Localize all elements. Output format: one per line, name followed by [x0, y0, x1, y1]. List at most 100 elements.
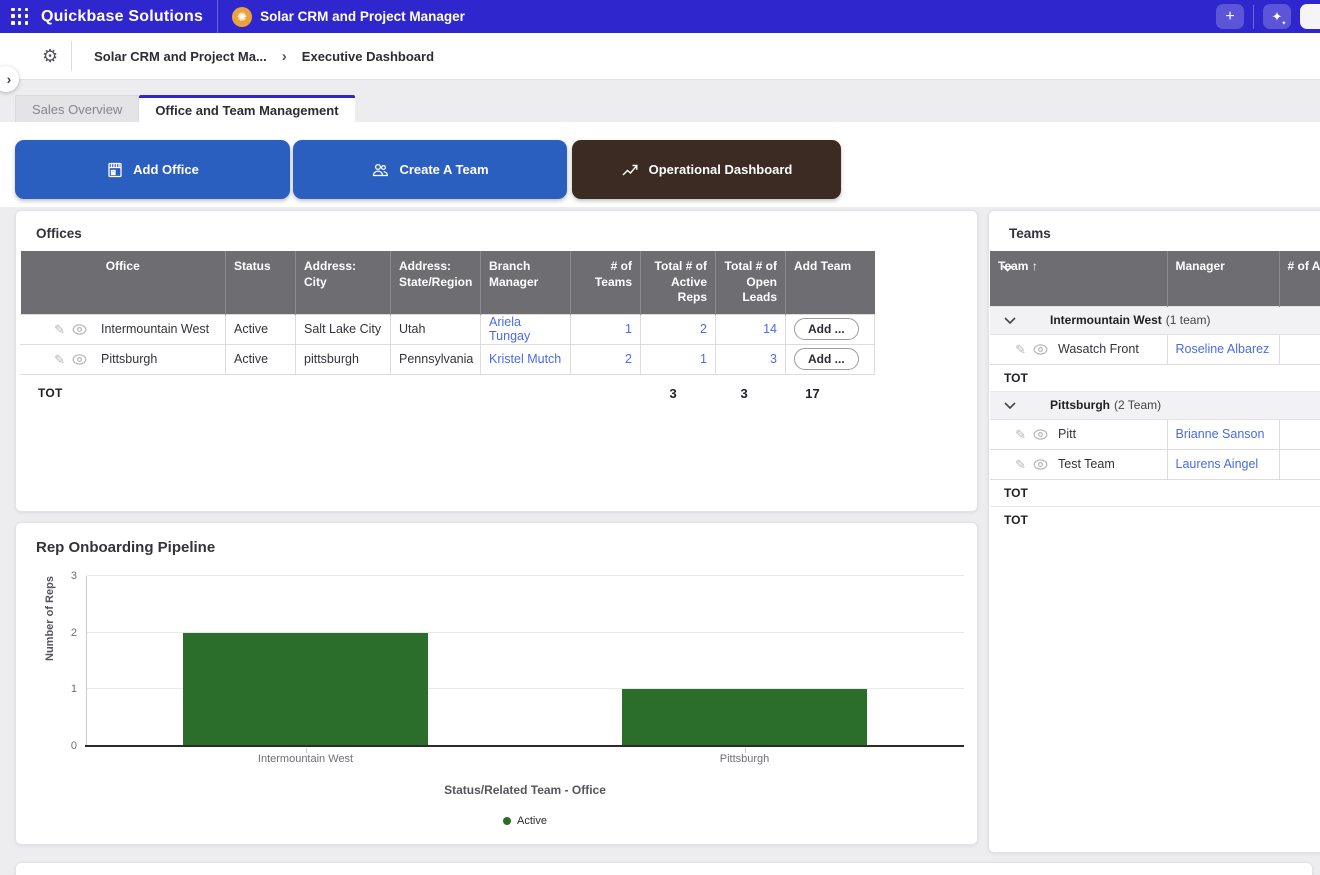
legend-item-active[interactable]: Active	[503, 815, 547, 827]
team-name: Pitt	[1058, 427, 1076, 441]
col-team[interactable]: Team ↑	[990, 251, 1167, 306]
chevron-down-icon[interactable]	[1004, 317, 1016, 324]
add-team-button[interactable]: Add ...	[794, 318, 859, 340]
breadcrumb-app[interactable]: Solar CRM and Project Ma...	[94, 49, 267, 64]
chart-panel: Rep Onboarding Pipeline 0123 Number of R…	[15, 522, 978, 845]
add-team-button[interactable]: Add ...	[794, 348, 859, 370]
chart-category-labels: Intermountain West Pittsburgh	[86, 753, 964, 765]
chart-title: Rep Onboarding Pipeline	[16, 523, 977, 556]
branch-manager-link[interactable]: Ariela Tungay	[489, 315, 530, 343]
view-icon[interactable]	[1033, 429, 1048, 440]
add-office-button[interactable]: Add Office	[15, 140, 290, 199]
col-status[interactable]: Status	[226, 251, 296, 314]
view-icon[interactable]	[72, 354, 87, 365]
sidebar-expand-button[interactable]: ›	[0, 66, 19, 92]
view-icon[interactable]	[1033, 344, 1048, 355]
app-icon[interactable]: ✺	[232, 7, 252, 27]
page-title: Executive Dashboard	[302, 49, 434, 64]
sparkles-ai-icon[interactable]: ✦✦	[1263, 4, 1291, 29]
chart-bar[interactable]	[622, 689, 868, 746]
col-city[interactable]: Address: City	[296, 251, 391, 314]
topbar-divider-2	[1253, 5, 1254, 29]
y-tick-label: 3	[71, 570, 77, 582]
gear-icon[interactable]: ⚙	[42, 47, 58, 65]
offices-table: Office Status Address: City Address: Sta…	[20, 251, 875, 375]
totals-label: TOT	[1004, 371, 1028, 385]
col-office[interactable]: Office	[21, 251, 226, 314]
edit-icon[interactable]: ✎	[54, 323, 65, 336]
offices-title: Offices	[16, 211, 977, 251]
add-button[interactable]: +	[1216, 4, 1244, 29]
chart-xlabel: Status/Related Team - Office	[86, 783, 964, 797]
col-state[interactable]: Address: State/Region	[391, 251, 481, 314]
app-name[interactable]: Solar CRM and Project Manager	[260, 9, 465, 24]
team-manager-link[interactable]: Roseline Albarez	[1176, 342, 1270, 356]
totals-label: TOT	[1004, 513, 1028, 527]
col-team-active-reps[interactable]: # of Active Reps	[1279, 251, 1320, 306]
operational-dashboard-button[interactable]: Operational Dashboard	[572, 140, 841, 199]
teams-table: Team ↑ Manager # of Active Reps Intermou…	[990, 251, 1320, 533]
office-city: Salt Lake City	[296, 314, 391, 344]
chart-legend: Active	[86, 815, 964, 827]
legend-dot	[503, 817, 511, 825]
active-reps-link[interactable]: 1	[649, 352, 707, 366]
edit-icon[interactable]: ✎	[54, 353, 65, 366]
group-name: Intermountain West	[1050, 313, 1162, 327]
storefront-icon	[106, 161, 124, 179]
totals-label: TOT	[1004, 486, 1028, 500]
tab-office-team-management[interactable]: Office and Team Management	[139, 95, 354, 122]
col-branch-manager[interactable]: Branch Manager	[481, 251, 571, 314]
team-name: Wasatch Front	[1058, 342, 1139, 356]
edit-icon[interactable]: ✎	[1015, 343, 1026, 356]
col-active-reps[interactable]: Total # of Active Reps	[641, 251, 716, 314]
open-leads-link[interactable]: 14	[724, 322, 777, 336]
view-icon[interactable]	[1033, 459, 1048, 470]
edit-icon[interactable]: ✎	[1015, 428, 1026, 441]
breadcrumb: ⚙ Solar CRM and Project Ma... › Executiv…	[0, 33, 1320, 80]
table-row: ✎ Intermountain West Active Salt Lake Ci…	[21, 314, 875, 344]
col-open-leads[interactable]: Total # of Open Leads	[716, 251, 786, 314]
branch-manager-link[interactable]: Kristel Mutch	[489, 352, 561, 366]
group-row: Pittsburgh (2 Team)	[990, 391, 1320, 419]
num-teams-link[interactable]: 1	[579, 322, 632, 336]
topbar: Quickbase Solutions ✺ Solar CRM and Proj…	[0, 0, 1320, 33]
create-team-button[interactable]: Create A Team	[293, 140, 567, 199]
brand-title: Quickbase Solutions	[41, 8, 203, 26]
active-reps-link[interactable]: 2	[649, 322, 707, 336]
teams-title: Teams	[989, 211, 1320, 251]
num-teams-link[interactable]: 2	[579, 352, 632, 366]
group-name: Pittsburgh	[1050, 398, 1110, 412]
table-row: ✎ Pitt Brianne Sanson	[990, 419, 1320, 449]
group-total-row: TOT	[990, 479, 1320, 506]
chart-bar[interactable]	[183, 633, 429, 746]
edit-icon[interactable]: ✎	[1015, 458, 1026, 471]
total-open-leads: 17	[748, 386, 820, 401]
team-manager-link[interactable]: Laurens Aingel	[1176, 457, 1259, 471]
tab-sales-overview[interactable]: Sales Overview	[15, 95, 139, 122]
app-grid-icon[interactable]	[11, 8, 29, 26]
col-num-teams[interactable]: # of Teams	[571, 251, 641, 314]
team-manager-link[interactable]: Brianne Sanson	[1176, 427, 1265, 441]
trending-up-icon	[621, 162, 640, 178]
category-label: Pittsburgh	[525, 753, 964, 765]
chevron-down-icon[interactable]	[1002, 261, 1013, 277]
y-tick-label: 0	[71, 740, 77, 752]
offices-panel: Offices Office Status Address: City Addr…	[15, 210, 978, 512]
chart-ylabel: Number of Reps	[44, 576, 56, 661]
table-row: ✎ Wasatch Front Roseline Albarez	[990, 334, 1320, 364]
operational-dashboard-label: Operational Dashboard	[649, 162, 793, 177]
avatar[interactable]	[1300, 4, 1320, 29]
chevron-down-icon[interactable]	[1004, 402, 1016, 409]
group-count: (2 Team)	[1114, 398, 1161, 412]
team-name: Test Team	[1058, 457, 1115, 471]
view-icon[interactable]	[72, 324, 87, 335]
open-leads-link[interactable]: 3	[724, 352, 777, 366]
chart-xaxis	[85, 745, 964, 747]
teams-panel: Teams Team ↑ Manager # of Active Reps	[988, 210, 1320, 853]
office-status: Active	[226, 314, 296, 344]
chevron-right-icon: ›	[282, 48, 287, 65]
next-widget-panel	[15, 862, 1313, 875]
col-manager[interactable]: Manager	[1167, 251, 1279, 306]
chart-bars	[86, 576, 964, 746]
office-name: Pittsburgh	[101, 352, 157, 366]
